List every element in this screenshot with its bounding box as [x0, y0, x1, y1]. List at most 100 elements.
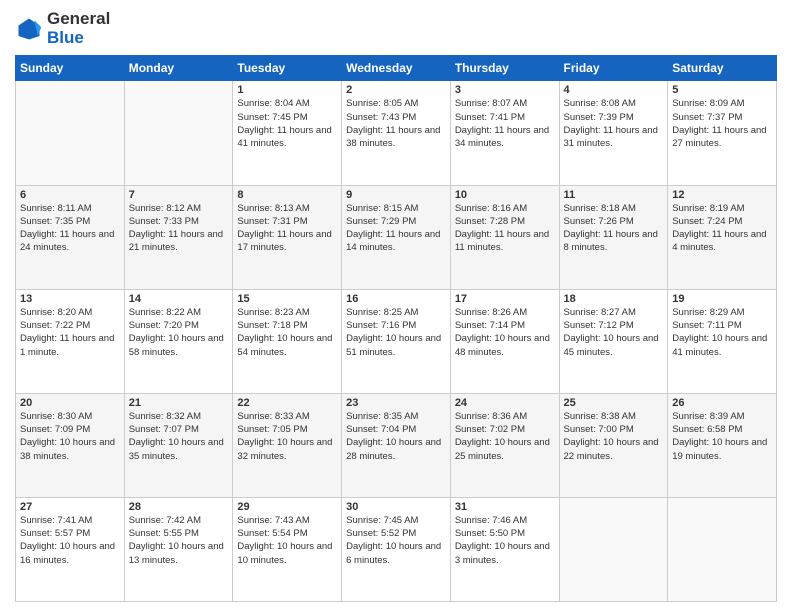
day-info: Sunrise: 8:32 AM Sunset: 7:07 PM Dayligh… — [129, 410, 229, 463]
sunrise-text: Sunrise: 8:07 AM — [455, 98, 527, 109]
daylight-text: Daylight: 10 hours and 13 minutes. — [129, 541, 224, 565]
weekday-header-sunday: Sunday — [16, 56, 125, 81]
day-info: Sunrise: 8:19 AM Sunset: 7:24 PM Dayligh… — [672, 202, 772, 255]
daylight-text: Daylight: 10 hours and 10 minutes. — [237, 541, 332, 565]
sunset-text: Sunset: 7:39 PM — [564, 112, 634, 123]
day-info: Sunrise: 8:15 AM Sunset: 7:29 PM Dayligh… — [346, 202, 446, 255]
calendar-header: SundayMondayTuesdayWednesdayThursdayFrid… — [16, 56, 777, 81]
calendar-cell: 13 Sunrise: 8:20 AM Sunset: 7:22 PM Dayl… — [16, 289, 125, 393]
day-info: Sunrise: 8:38 AM Sunset: 7:00 PM Dayligh… — [564, 410, 664, 463]
calendar-page: General Blue SundayMondayTuesdayWednesda… — [0, 0, 792, 612]
calendar-cell: 28 Sunrise: 7:42 AM Sunset: 5:55 PM Dayl… — [124, 497, 233, 601]
day-info: Sunrise: 8:13 AM Sunset: 7:31 PM Dayligh… — [237, 202, 337, 255]
sunset-text: Sunset: 7:07 PM — [129, 424, 199, 435]
day-info: Sunrise: 8:12 AM Sunset: 7:33 PM Dayligh… — [129, 202, 229, 255]
sunrise-text: Sunrise: 8:20 AM — [20, 307, 92, 318]
weekday-header-tuesday: Tuesday — [233, 56, 342, 81]
day-info: Sunrise: 8:26 AM Sunset: 7:14 PM Dayligh… — [455, 306, 555, 359]
day-number: 18 — [564, 293, 664, 305]
calendar-cell: 26 Sunrise: 8:39 AM Sunset: 6:58 PM Dayl… — [668, 393, 777, 497]
weekday-header-thursday: Thursday — [450, 56, 559, 81]
calendar-cell: 31 Sunrise: 7:46 AM Sunset: 5:50 PM Dayl… — [450, 497, 559, 601]
day-number: 2 — [346, 84, 446, 96]
day-info: Sunrise: 8:35 AM Sunset: 7:04 PM Dayligh… — [346, 410, 446, 463]
daylight-text: Daylight: 10 hours and 3 minutes. — [455, 541, 550, 565]
sunset-text: Sunset: 7:45 PM — [237, 112, 307, 123]
daylight-text: Daylight: 11 hours and 11 minutes. — [455, 229, 549, 253]
daylight-text: Daylight: 11 hours and 21 minutes. — [129, 229, 223, 253]
calendar-cell: 11 Sunrise: 8:18 AM Sunset: 7:26 PM Dayl… — [559, 185, 668, 289]
day-number: 28 — [129, 501, 229, 513]
day-info: Sunrise: 8:16 AM Sunset: 7:28 PM Dayligh… — [455, 202, 555, 255]
sunrise-text: Sunrise: 8:25 AM — [346, 307, 418, 318]
sunrise-text: Sunrise: 8:12 AM — [129, 203, 201, 214]
calendar-cell: 22 Sunrise: 8:33 AM Sunset: 7:05 PM Dayl… — [233, 393, 342, 497]
day-info: Sunrise: 8:08 AM Sunset: 7:39 PM Dayligh… — [564, 97, 664, 150]
day-info: Sunrise: 8:11 AM Sunset: 7:35 PM Dayligh… — [20, 202, 120, 255]
day-info: Sunrise: 8:18 AM Sunset: 7:26 PM Dayligh… — [564, 202, 664, 255]
sunrise-text: Sunrise: 8:29 AM — [672, 307, 744, 318]
daylight-text: Daylight: 11 hours and 17 minutes. — [237, 229, 331, 253]
daylight-text: Daylight: 10 hours and 58 minutes. — [129, 333, 224, 357]
sunset-text: Sunset: 7:20 PM — [129, 320, 199, 331]
sunset-text: Sunset: 7:43 PM — [346, 112, 416, 123]
sunrise-text: Sunrise: 7:43 AM — [237, 515, 309, 526]
sunrise-text: Sunrise: 8:30 AM — [20, 411, 92, 422]
daylight-text: Daylight: 10 hours and 54 minutes. — [237, 333, 332, 357]
day-number: 5 — [672, 84, 772, 96]
calendar-week-row: 1 Sunrise: 8:04 AM Sunset: 7:45 PM Dayli… — [16, 81, 777, 185]
sunset-text: Sunset: 7:11 PM — [672, 320, 742, 331]
day-number: 11 — [564, 189, 664, 201]
calendar-cell: 8 Sunrise: 8:13 AM Sunset: 7:31 PM Dayli… — [233, 185, 342, 289]
daylight-text: Daylight: 10 hours and 16 minutes. — [20, 541, 115, 565]
calendar-cell: 27 Sunrise: 7:41 AM Sunset: 5:57 PM Dayl… — [16, 497, 125, 601]
day-number: 21 — [129, 397, 229, 409]
daylight-text: Daylight: 10 hours and 41 minutes. — [672, 333, 767, 357]
day-number: 30 — [346, 501, 446, 513]
sunset-text: Sunset: 7:00 PM — [564, 424, 634, 435]
sunset-text: Sunset: 7:18 PM — [237, 320, 307, 331]
day-number: 17 — [455, 293, 555, 305]
day-number: 9 — [346, 189, 446, 201]
sunrise-text: Sunrise: 8:16 AM — [455, 203, 527, 214]
calendar-cell: 4 Sunrise: 8:08 AM Sunset: 7:39 PM Dayli… — [559, 81, 668, 185]
sunrise-text: Sunrise: 8:09 AM — [672, 98, 744, 109]
day-info: Sunrise: 8:36 AM Sunset: 7:02 PM Dayligh… — [455, 410, 555, 463]
calendar-cell: 15 Sunrise: 8:23 AM Sunset: 7:18 PM Dayl… — [233, 289, 342, 393]
weekday-header-row: SundayMondayTuesdayWednesdayThursdayFrid… — [16, 56, 777, 81]
sunset-text: Sunset: 7:29 PM — [346, 216, 416, 227]
weekday-header-saturday: Saturday — [668, 56, 777, 81]
sunset-text: Sunset: 7:37 PM — [672, 112, 742, 123]
day-info: Sunrise: 8:04 AM Sunset: 7:45 PM Dayligh… — [237, 97, 337, 150]
day-number: 1 — [237, 84, 337, 96]
calendar-cell — [559, 497, 668, 601]
day-info: Sunrise: 8:33 AM Sunset: 7:05 PM Dayligh… — [237, 410, 337, 463]
sunset-text: Sunset: 7:09 PM — [20, 424, 90, 435]
logo: General Blue — [15, 10, 110, 47]
calendar-week-row: 20 Sunrise: 8:30 AM Sunset: 7:09 PM Dayl… — [16, 393, 777, 497]
calendar-body: 1 Sunrise: 8:04 AM Sunset: 7:45 PM Dayli… — [16, 81, 777, 602]
day-number: 31 — [455, 501, 555, 513]
daylight-text: Daylight: 11 hours and 34 minutes. — [455, 125, 549, 149]
calendar-cell: 18 Sunrise: 8:27 AM Sunset: 7:12 PM Dayl… — [559, 289, 668, 393]
sunset-text: Sunset: 7:12 PM — [564, 320, 634, 331]
day-info: Sunrise: 7:46 AM Sunset: 5:50 PM Dayligh… — [455, 514, 555, 567]
sunset-text: Sunset: 5:55 PM — [129, 528, 199, 539]
calendar-cell — [16, 81, 125, 185]
calendar-cell: 6 Sunrise: 8:11 AM Sunset: 7:35 PM Dayli… — [16, 185, 125, 289]
daylight-text: Daylight: 11 hours and 27 minutes. — [672, 125, 766, 149]
daylight-text: Daylight: 11 hours and 31 minutes. — [564, 125, 658, 149]
day-info: Sunrise: 8:05 AM Sunset: 7:43 PM Dayligh… — [346, 97, 446, 150]
weekday-header-monday: Monday — [124, 56, 233, 81]
day-number: 27 — [20, 501, 120, 513]
day-info: Sunrise: 8:27 AM Sunset: 7:12 PM Dayligh… — [564, 306, 664, 359]
day-number: 13 — [20, 293, 120, 305]
calendar-cell: 29 Sunrise: 7:43 AM Sunset: 5:54 PM Dayl… — [233, 497, 342, 601]
daylight-text: Daylight: 10 hours and 6 minutes. — [346, 541, 441, 565]
daylight-text: Daylight: 11 hours and 38 minutes. — [346, 125, 440, 149]
daylight-text: Daylight: 11 hours and 24 minutes. — [20, 229, 114, 253]
day-info: Sunrise: 8:20 AM Sunset: 7:22 PM Dayligh… — [20, 306, 120, 359]
sunset-text: Sunset: 5:57 PM — [20, 528, 90, 539]
sunrise-text: Sunrise: 8:11 AM — [20, 203, 92, 214]
sunrise-text: Sunrise: 8:15 AM — [346, 203, 418, 214]
